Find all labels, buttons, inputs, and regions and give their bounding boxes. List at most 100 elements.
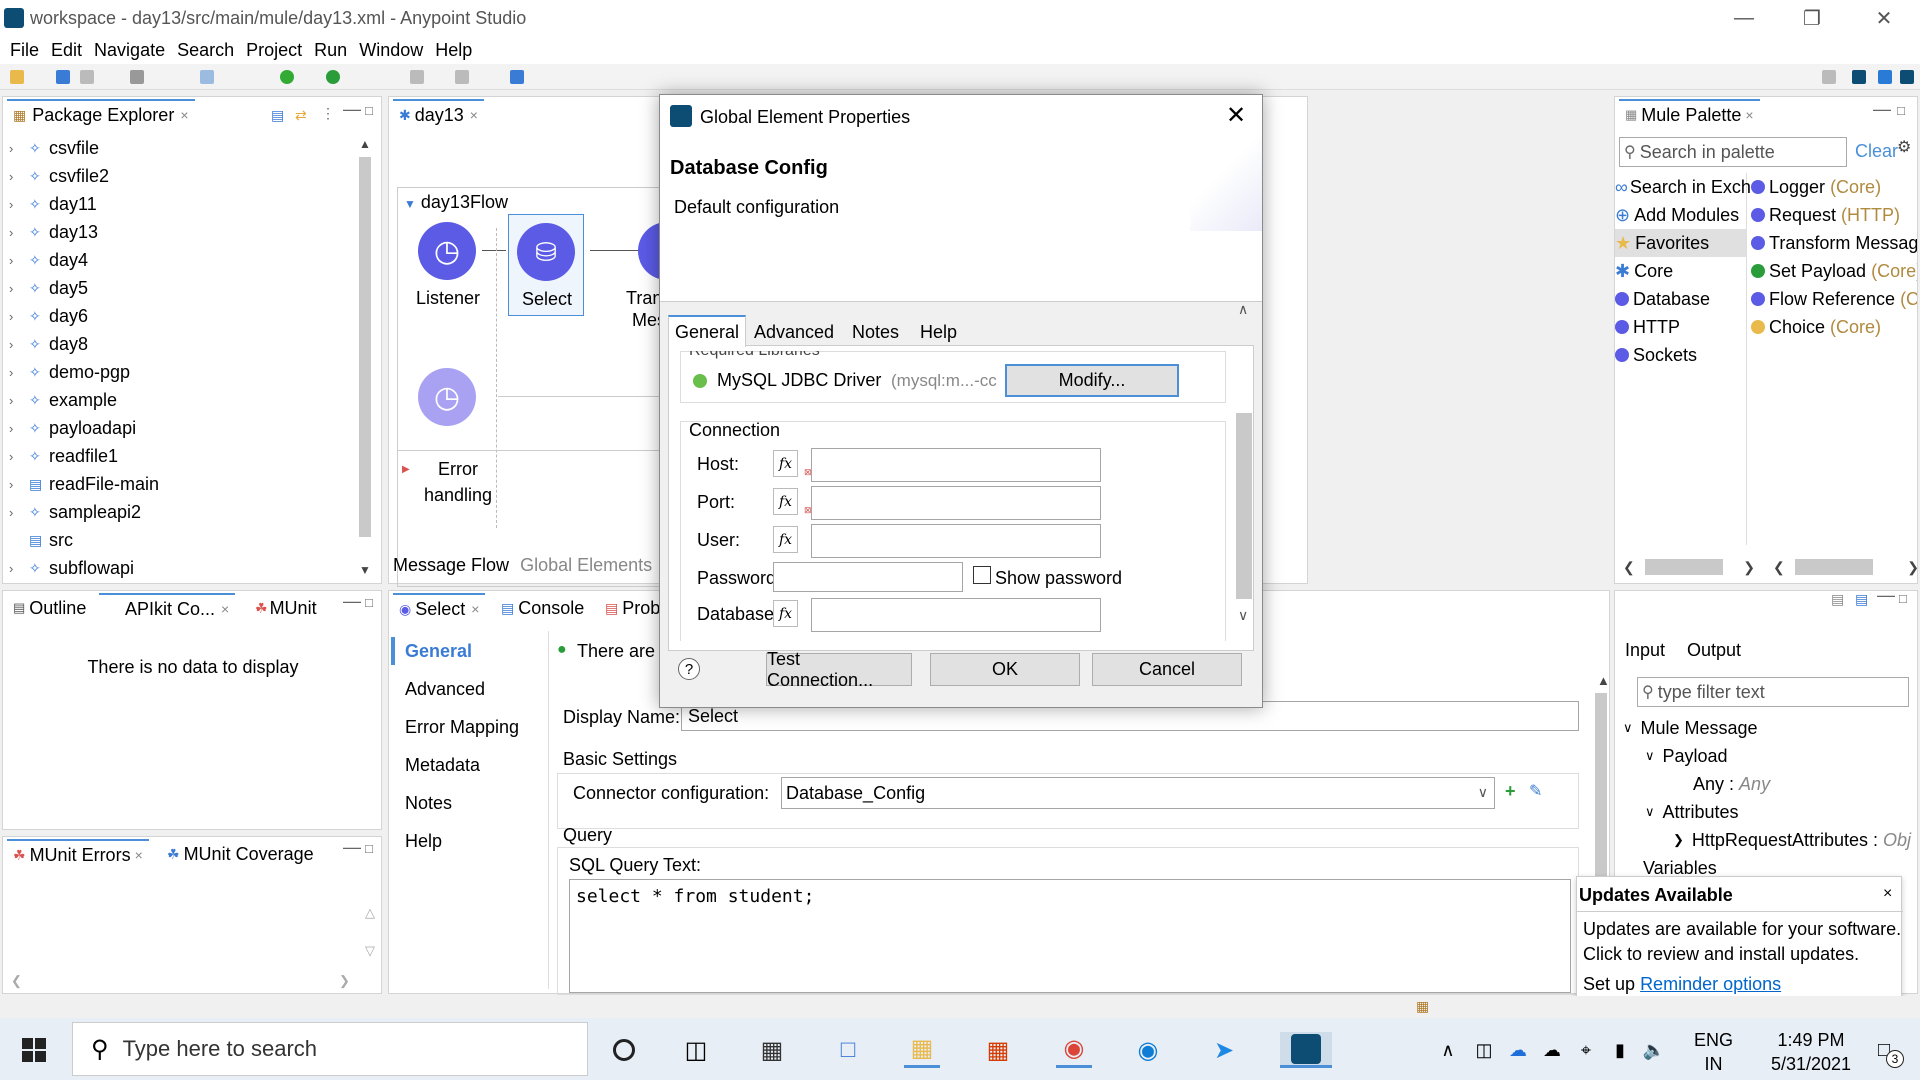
port-input[interactable] [811, 486, 1101, 520]
nav-metadata[interactable]: Metadata [405, 755, 480, 776]
palette-operation-item[interactable]: Set Payload (Core) [1751, 257, 1917, 285]
password-input[interactable] [773, 562, 963, 592]
debug-icon[interactable] [280, 70, 294, 84]
edge-icon[interactable]: ◉ [1130, 1032, 1166, 1068]
cloud-icon[interactable]: ☁ [1534, 1032, 1570, 1068]
dialog-tab-help[interactable]: Help [914, 317, 963, 347]
modify-button[interactable]: Modify... [1005, 364, 1179, 397]
favorites-item[interactable]: ★ Favorites [1615, 229, 1746, 257]
minimize-view-icon[interactable]: — [343, 591, 361, 612]
project-item[interactable]: › ✧ day5 [3, 275, 88, 301]
user-input[interactable] [811, 524, 1101, 558]
nav-notes[interactable]: Notes [405, 793, 452, 814]
scroll-up-icon[interactable]: ∧ [1238, 301, 1248, 318]
tab-munit-errors[interactable]: ☘ MUnit Errors × [7, 839, 149, 869]
scroll-down-icon[interactable]: ▽ [365, 943, 375, 959]
language-indicator[interactable]: ENG IN [1694, 1028, 1733, 1076]
taskbar-search-input[interactable]: ⚲ Type here to search [72, 1022, 588, 1076]
project-item[interactable]: › ▤ readFile-main [3, 471, 159, 497]
wifi-icon[interactable]: ⌖ [1568, 1032, 1604, 1068]
chevron-right-icon[interactable]: › [9, 505, 21, 520]
palette-operation-item[interactable]: Logger (Core) [1751, 173, 1881, 201]
tab-munit[interactable]: ☘ MUnit [249, 593, 323, 623]
nav-help[interactable]: Help [405, 831, 442, 852]
chevron-right-icon[interactable]: › [9, 393, 21, 408]
chevron-right-icon[interactable]: › [9, 225, 21, 240]
project-item[interactable]: › ✧ payloadapi [3, 415, 136, 441]
updates-notification[interactable]: Updates Available × Updates are availabl… [1576, 876, 1903, 1000]
scroll-down-icon[interactable]: ∨ [1238, 607, 1248, 624]
notifications-icon[interactable]: □ 3 [1866, 1032, 1904, 1068]
user-fx-toggle[interactable]: fx [773, 526, 798, 553]
api-perspective-icon[interactable] [1900, 70, 1914, 84]
chevron-right-icon[interactable]: › [9, 281, 21, 296]
maximize-view-icon[interactable]: □ [1897, 103, 1905, 118]
chevron-right-icon[interactable]: › [9, 421, 21, 436]
collapse-all-icon[interactable]: ▤ [271, 107, 284, 124]
close-icon[interactable]: × [471, 601, 479, 617]
project-item[interactable]: › ✧ example [3, 387, 117, 413]
back-icon[interactable] [410, 70, 424, 84]
dialog-tab-advanced[interactable]: Advanced [748, 317, 840, 347]
status-icon[interactable]: ▦ [1416, 998, 1429, 1015]
project-item[interactable]: › ✧ day13 [3, 219, 98, 245]
clock[interactable]: 1:49 PM 5/31/2021 [1756, 1028, 1866, 1076]
tab-output[interactable]: Output [1681, 635, 1747, 665]
help-icon[interactable]: ? [678, 658, 700, 680]
select-component[interactable]: ⛁ Select [508, 214, 584, 316]
filter-icon[interactable]: ▤ [1855, 591, 1868, 608]
project-item[interactable]: › ✧ csvfile [3, 135, 99, 161]
deploy-icon[interactable] [130, 70, 144, 84]
close-icon[interactable]: × [221, 601, 229, 617]
clear-link[interactable]: Clear [1855, 141, 1898, 162]
dialog-tab-general[interactable]: General [668, 315, 747, 347]
minimize-view-icon[interactable]: — [1877, 585, 1895, 606]
sync-icon[interactable] [200, 70, 214, 84]
tab-mule-palette[interactable]: ▦ Mule Palette × [1619, 99, 1760, 129]
port-fx-toggle[interactable]: fx [773, 488, 798, 515]
tab-package-explorer[interactable]: ▦ Package Explorer × [7, 99, 195, 129]
office-icon[interactable]: ▦ [980, 1032, 1016, 1068]
close-icon[interactable]: × [135, 847, 143, 863]
tab-munit-coverage[interactable]: ☘ MUnit Coverage [161, 839, 320, 869]
add-config-icon[interactable]: + [1505, 781, 1516, 802]
dialog-scrollbar[interactable] [1236, 413, 1252, 599]
scroll-left-icon[interactable]: ❮ [11, 973, 22, 989]
http-item[interactable]: HTTP [1615, 313, 1680, 341]
project-item[interactable]: › ✧ day8 [3, 331, 88, 357]
tab-day13[interactable]: ✱ day13 × [393, 99, 484, 129]
reminder-options-link[interactable]: Reminder options [1640, 974, 1781, 994]
link-editor-icon[interactable]: ⇄ [295, 107, 307, 124]
windows-start-icon[interactable] [16, 1032, 52, 1068]
chevron-right-icon[interactable]: › [9, 477, 21, 492]
tab-message-flow[interactable]: Message Flow [393, 555, 509, 575]
database-input[interactable] [811, 598, 1101, 632]
chevron-up-icon[interactable]: ∧ [1430, 1032, 1466, 1068]
project-item[interactable]: › ✧ day4 [3, 247, 88, 273]
nav-advanced[interactable]: Advanced [405, 679, 485, 700]
scrollbar[interactable] [359, 157, 371, 537]
source-globe-icon[interactable]: ◷ [418, 368, 476, 426]
expand-arrow-icon[interactable]: ▶ [402, 464, 410, 475]
maximize-view-icon[interactable]: □ [365, 595, 373, 610]
menu-project[interactable]: Project [244, 40, 304, 61]
store-icon[interactable]: ▦ [754, 1032, 790, 1068]
ok-button[interactable]: OK [930, 653, 1080, 686]
chevron-right-icon[interactable]: › [9, 365, 21, 380]
view-menu-icon[interactable]: ⋮ [321, 105, 335, 122]
cortana-icon[interactable] [606, 1032, 642, 1068]
close-icon[interactable]: × [180, 107, 188, 123]
host-input[interactable] [811, 448, 1101, 482]
listener-globe-icon[interactable]: ◷ [418, 222, 476, 280]
add-modules-item[interactable]: ⊕ Add Modules [1615, 201, 1739, 229]
menu-navigate[interactable]: Navigate [92, 40, 167, 61]
dialog-tab-notes[interactable]: Notes [846, 317, 905, 347]
view-icon[interactable]: ▤ [1831, 591, 1844, 608]
scroll-up-icon[interactable]: △ [365, 905, 375, 921]
chevron-right-icon[interactable]: › [9, 561, 21, 576]
cancel-button[interactable]: Cancel [1092, 653, 1242, 686]
device-icon[interactable]: ◫ [1466, 1032, 1502, 1068]
run-icon[interactable] [326, 70, 340, 84]
tab-global-elements[interactable]: Global Elements [520, 555, 652, 575]
maximize-view-icon[interactable]: □ [365, 103, 373, 118]
